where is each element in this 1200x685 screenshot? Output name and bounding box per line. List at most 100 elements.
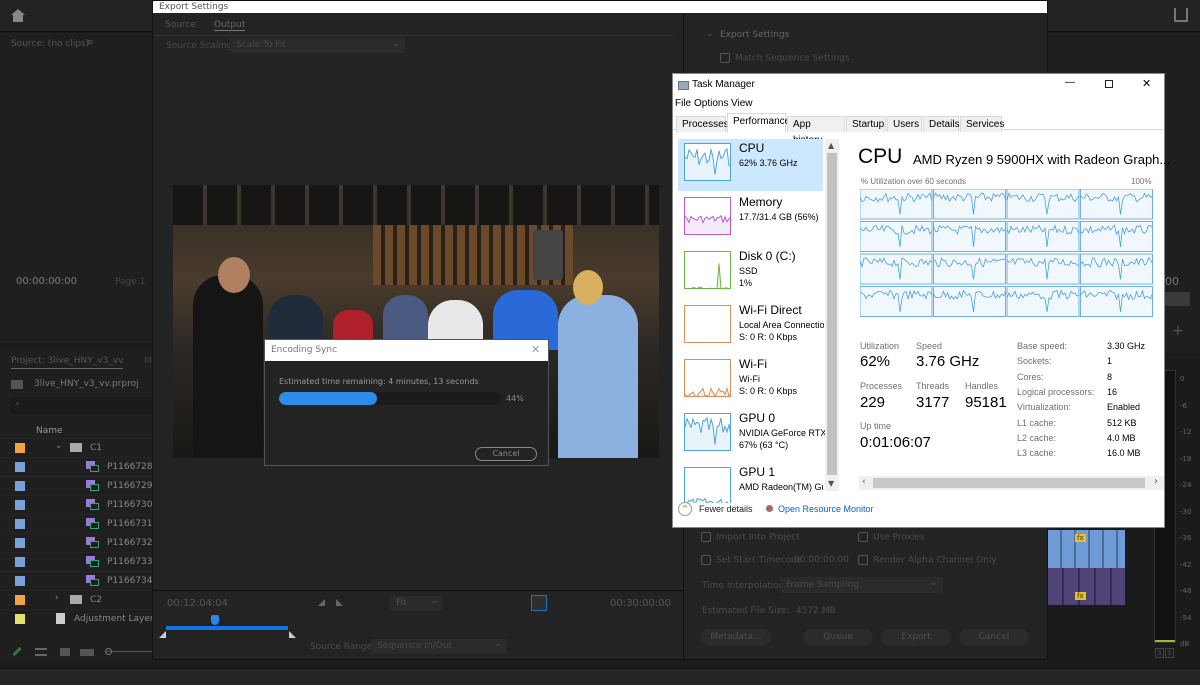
sidebar-item-memory[interactable]: Memory 17.7/31.4 GB (56%): [678, 193, 823, 245]
list-view-icon[interactable]: [35, 648, 47, 656]
label-color-swatch[interactable]: [15, 576, 25, 586]
project-item[interactable]: › C2: [0, 590, 152, 609]
current-timecode[interactable]: 00:12:04:04: [167, 598, 228, 609]
tab-users[interactable]: Users: [887, 116, 922, 132]
tab-output[interactable]: Output: [214, 20, 246, 31]
sidebar-item-gpu-1[interactable]: GPU 1 AMD Radeon(TM) Graphics: [678, 463, 823, 503]
scrub-bar[interactable]: [166, 626, 288, 630]
playhead[interactable]: [210, 615, 219, 625]
collapse-icon[interactable]: ⌄: [706, 29, 714, 39]
project-item[interactable]: P1166731.M: [0, 514, 163, 533]
mark-out-icon[interactable]: [336, 599, 343, 606]
scrollbar-thumb[interactable]: [873, 478, 1145, 488]
queue-button[interactable]: Queue: [803, 629, 873, 646]
handles-label: Handles: [965, 381, 999, 391]
scrollbar-thumb[interactable]: [827, 153, 837, 475]
tab-services[interactable]: Services: [960, 116, 1004, 132]
render-alpha-checkbox[interactable]: Render Alpha Channel Only: [858, 555, 997, 566]
use-proxies-checkbox[interactable]: Use Proxies: [858, 532, 925, 543]
section-title[interactable]: Export Settings: [720, 30, 789, 40]
project-tab-2[interactable]: M: [144, 356, 152, 366]
in-point-handle[interactable]: [159, 631, 166, 638]
spec-value: 3.30 GHz: [1107, 341, 1146, 351]
match-sequence-checkbox[interactable]: Match Sequence Settings: [720, 53, 850, 64]
sidebar-item-wi-fi-direct[interactable]: Wi-Fi Direct Local Area Connection S: 0 …: [678, 301, 825, 353]
minimize-button[interactable]: —: [1065, 77, 1075, 88]
chevron-right-icon[interactable]: ›: [55, 593, 59, 603]
label-color-swatch[interactable]: [15, 538, 25, 548]
menu-view[interactable]: View: [731, 98, 753, 109]
project-tab[interactable]: Project: 3live_HNY_v3_vv: [11, 356, 124, 369]
tab-processes[interactable]: Processes: [676, 116, 729, 132]
cpu-core-graph: [1080, 221, 1153, 252]
label-color-swatch[interactable]: [15, 557, 25, 567]
sidebar-scrollbar[interactable]: ▲ ▼: [825, 139, 839, 491]
export-button[interactable]: Export: [881, 629, 951, 646]
metadata-button[interactable]: Metadata...: [701, 629, 771, 646]
project-item[interactable]: P1166729.M: [0, 476, 163, 495]
resource-monitor-link[interactable]: Open Resource Monitor: [778, 504, 874, 514]
solo-button-left[interactable]: S: [1155, 648, 1164, 658]
label-color-swatch[interactable]: [15, 595, 25, 605]
project-item[interactable]: ⌄ C1: [0, 438, 152, 457]
fx-badge: fx: [1075, 534, 1086, 542]
project-item[interactable]: P1166728.M: [0, 457, 163, 476]
zoom-select[interactable]: Fit ⌄: [390, 596, 442, 611]
aspect-toggle-icon[interactable]: [531, 595, 547, 611]
sidebar-item-gpu-0[interactable]: GPU 0 NVIDIA GeForce RTX 67% (63 °C): [678, 409, 825, 461]
maximize-button[interactable]: [1105, 80, 1113, 88]
freeform-view-icon[interactable]: [80, 649, 94, 656]
menu-file[interactable]: File: [675, 98, 691, 109]
label-color-swatch[interactable]: [15, 443, 25, 453]
cancel-button[interactable]: Cancel: [959, 629, 1029, 646]
program-bar[interactable]: [1165, 292, 1190, 306]
name-column-header[interactable]: Name: [36, 426, 63, 436]
close-button[interactable]: ✕: [1142, 77, 1151, 90]
solo-button-right[interactable]: S: [1165, 648, 1174, 658]
tab-source[interactable]: Source: [165, 20, 196, 30]
tab-performance[interactable]: Performance: [727, 113, 790, 133]
share-icon[interactable]: [1174, 8, 1188, 22]
close-icon[interactable]: ✕: [531, 343, 540, 356]
home-icon[interactable]: [11, 9, 25, 22]
add-button-icon[interactable]: +: [1172, 323, 1184, 339]
project-item[interactable]: P1166734.M: [0, 571, 163, 590]
start-timecode-value[interactable]: 00:00:00:00: [794, 555, 849, 565]
label-color-swatch[interactable]: [15, 519, 25, 529]
source-scaling-select[interactable]: Scale To Fit ⌄: [230, 38, 405, 53]
import-into-project-checkbox[interactable]: Import Into Project: [701, 532, 800, 543]
cpu-core-graph: [1006, 286, 1080, 317]
tab-startup[interactable]: Startup: [846, 116, 886, 132]
mark-in-icon[interactable]: [318, 599, 325, 606]
sidebar-item-disk-0-c-[interactable]: Disk 0 (C:) SSD 1%: [678, 247, 823, 299]
set-start-timecode-checkbox[interactable]: Set Start Timecode: [701, 555, 802, 566]
zoom-slider[interactable]: [105, 648, 152, 655]
out-point-handle[interactable]: [289, 631, 296, 638]
panel-menu-icon[interactable]: ≡: [86, 38, 94, 48]
source-panel-title[interactable]: Source: (no clips): [11, 39, 89, 49]
sidebar-item-wi-fi[interactable]: Wi-Fi Wi-Fi S: 0 R: 0 Kbps: [678, 355, 823, 407]
fewer-details-label[interactable]: Fewer details: [699, 504, 753, 514]
label-color-swatch[interactable]: [15, 500, 25, 510]
time-interpolation-select[interactable]: Frame Sampling ⌄: [780, 577, 943, 593]
chevron-down-icon[interactable]: ⌄: [55, 441, 63, 451]
menu-options[interactable]: Options: [694, 98, 728, 109]
project-search[interactable]: ⌕: [10, 397, 152, 414]
project-item[interactable]: P1166733.M: [0, 552, 163, 571]
project-item[interactable]: P1166732.M: [0, 533, 163, 552]
source-timecode[interactable]: 00:00:00:00: [16, 276, 77, 287]
fewer-details-button[interactable]: ^: [678, 502, 692, 516]
encoding-cancel-button[interactable]: Cancel: [475, 447, 537, 461]
label-color-swatch[interactable]: [15, 614, 25, 624]
source-range-select[interactable]: Sequence In/Out ⌄: [371, 639, 507, 654]
project-item[interactable]: P1166730.M: [0, 495, 163, 514]
tab-details[interactable]: Details: [923, 116, 960, 132]
project-item[interactable]: Adjustment Layer: [0, 609, 154, 628]
label-color-swatch[interactable]: [15, 481, 25, 491]
tab-app-history[interactable]: App history: [787, 116, 845, 146]
horizontal-scrollbar[interactable]: ‹ ›: [859, 476, 1164, 490]
folder-icon: [70, 595, 82, 604]
label-color-swatch[interactable]: [15, 462, 25, 472]
icon-view-icon[interactable]: [60, 648, 70, 656]
sidebar-item-cpu[interactable]: CPU 62% 3.76 GHz: [678, 139, 823, 191]
